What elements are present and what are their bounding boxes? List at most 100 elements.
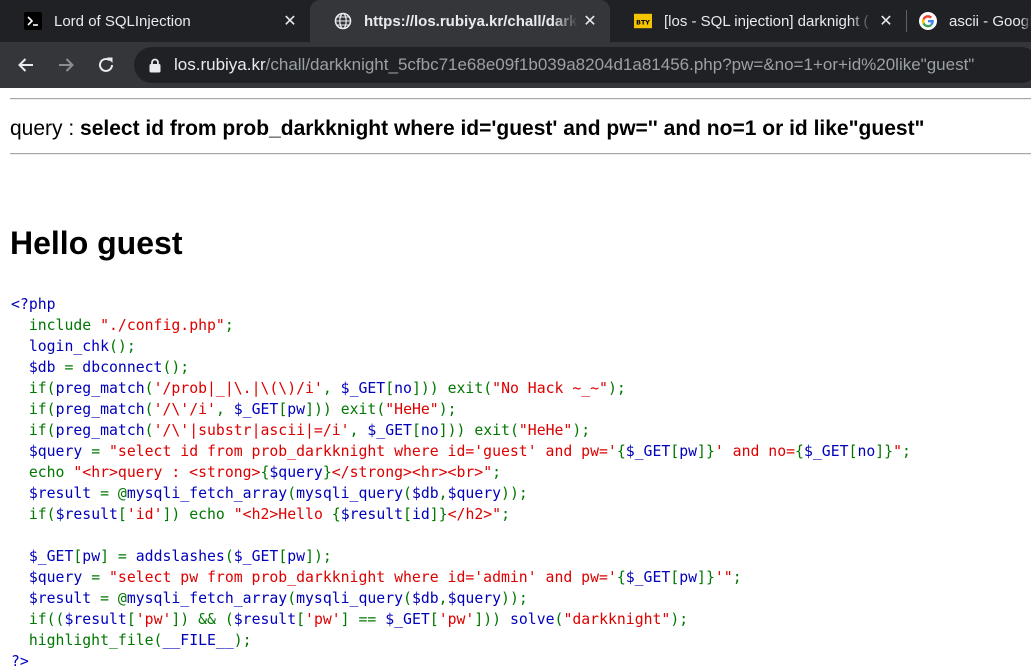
code-token: preg_match xyxy=(55,401,145,418)
code-token: $result xyxy=(11,485,101,502)
code-token: login_chk xyxy=(11,338,109,355)
code-token: )); xyxy=(501,590,528,607)
code-token: no xyxy=(394,380,412,397)
code-token: = xyxy=(64,359,83,376)
code-line: if(preg_match('/\'/i', $_GET[pw])) exit(… xyxy=(11,399,911,420)
tab-darkknight-challenge[interactable]: https://los.rubiya.kr/chall/darkknight_5… xyxy=(310,0,610,42)
code-token: id xyxy=(411,506,430,523)
code-token: $_GET xyxy=(340,380,386,397)
code-token: , xyxy=(322,380,341,397)
php-source-code: <?php include "./config.php"; login_chk (… xyxy=(11,294,911,672)
forward-button[interactable] xyxy=(52,51,80,79)
code-token: ])) exit( xyxy=(438,422,519,439)
close-tab-icon[interactable]: ✕ xyxy=(874,9,898,33)
code-token: include xyxy=(28,317,101,334)
code-token: $_GET xyxy=(233,401,279,418)
code-token: ); xyxy=(233,632,252,649)
code-token: pw xyxy=(679,569,698,586)
code-token: $query xyxy=(11,569,92,586)
code-line: if($result['id']) echo "<h2>Hello {$resu… xyxy=(11,504,911,525)
code-token: pw xyxy=(287,548,306,565)
code-token: $result xyxy=(64,611,127,628)
code-token: ])) exit( xyxy=(411,380,493,397)
url-text[interactable]: los.rubiya.kr/chall/darkknight_5cfbc71e6… xyxy=(174,55,974,75)
code-line: ?> xyxy=(11,651,911,672)
code-token: [ xyxy=(385,380,395,397)
code-token: "darkknight" xyxy=(563,611,671,628)
code-token: ]} xyxy=(875,443,894,460)
tab-google-ascii[interactable]: ascii - Google xyxy=(907,0,1031,42)
code-token: addslashes xyxy=(135,548,225,565)
code-line: highlight_file(__FILE__); xyxy=(11,630,911,651)
code-token: $_GET xyxy=(233,548,279,565)
code-token: { xyxy=(616,569,626,586)
code-token: $db xyxy=(411,485,439,502)
blog-favicon-text: BTY xyxy=(636,20,650,27)
code-token: = @ xyxy=(100,485,127,502)
code-line: <?php xyxy=(11,294,911,315)
code-token: 'pw' xyxy=(135,611,172,628)
code-token: [ xyxy=(411,422,421,439)
code-line: $result = @mysqli_fetch_array(mysqli_que… xyxy=(11,588,911,609)
code-token: { xyxy=(616,443,626,460)
close-tab-icon[interactable]: ✕ xyxy=(578,9,602,33)
code-token: pw xyxy=(82,548,101,565)
code-token: [ xyxy=(278,548,288,565)
code-token: $_GET xyxy=(385,611,430,628)
code-token: [ xyxy=(670,569,680,586)
code-token: { xyxy=(795,443,804,460)
code-token: ; xyxy=(902,443,911,460)
code-token: ); xyxy=(607,380,626,397)
back-button[interactable] xyxy=(12,51,40,79)
code-line: include "./config.php"; xyxy=(11,315,911,336)
code-token: , xyxy=(349,422,368,439)
code-line: if(preg_match('/\'|substr|ascii|=/i', $_… xyxy=(11,420,911,441)
code-token: = xyxy=(91,443,110,460)
code-token: highlight_file xyxy=(28,632,154,649)
code-token: = xyxy=(91,569,110,586)
code-token: ); xyxy=(670,611,689,628)
code-token: [ xyxy=(403,506,412,523)
code-token: '/\'|substr|ascii|=/i' xyxy=(153,422,350,439)
code-token: (); xyxy=(162,359,190,376)
code-token: ] = xyxy=(100,548,136,565)
blog-favicon: BTY xyxy=(634,12,652,30)
code-token: $db xyxy=(11,359,65,376)
globe-icon xyxy=(334,12,352,30)
code-token: ( xyxy=(403,590,412,607)
code-token: ]} xyxy=(697,443,715,460)
code-token: ]} xyxy=(429,506,448,523)
tab-title: [los - SQL injection] darknight ( xyxy=(664,12,869,30)
code-token: " xyxy=(893,443,903,460)
tab-lord-of-sqlinjection[interactable]: Lord of SQLInjection ✕ xyxy=(0,0,310,42)
code-token: = @ xyxy=(100,590,127,607)
code-token: $query xyxy=(447,590,502,607)
code-token: ( xyxy=(403,485,412,502)
back-arrow-icon xyxy=(18,58,33,72)
code-token: solve xyxy=(509,611,555,628)
tab-blog-darknight[interactable]: BTY [los - SQL injection] darknight ( ✕ xyxy=(610,0,906,42)
code-token: [ xyxy=(429,611,439,628)
code-token: mysqli_query xyxy=(296,590,404,607)
code-token: "HeHe" xyxy=(518,422,573,439)
code-token: ( xyxy=(224,548,234,565)
url-host: los.rubiya.kr xyxy=(174,55,266,74)
address-bar[interactable]: los.rubiya.kr/chall/darkknight_5cfbc71e6… xyxy=(134,47,1031,83)
code-token: ] == xyxy=(340,611,386,628)
reload-button[interactable] xyxy=(92,51,120,79)
close-tab-icon[interactable]: ✕ xyxy=(278,9,302,33)
code-line: $query = "select id from prob_darkknight… xyxy=(11,441,911,462)
code-token: ; xyxy=(224,317,234,334)
lock-icon[interactable] xyxy=(149,58,161,73)
code-token: [ xyxy=(126,611,136,628)
google-icon xyxy=(919,12,937,30)
code-token: $_GET xyxy=(625,569,671,586)
code-token: { xyxy=(331,506,341,523)
